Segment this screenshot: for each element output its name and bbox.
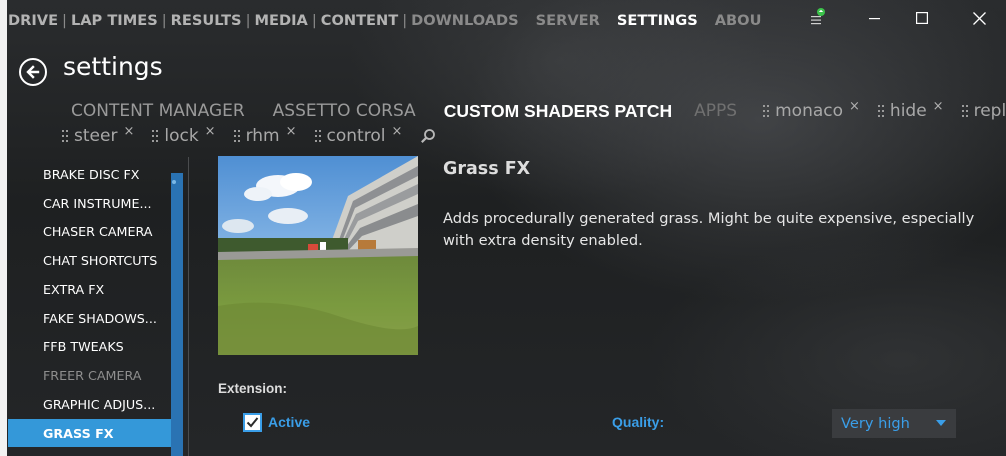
- pinned-tab-label: monaco: [775, 101, 844, 121]
- sidebar-scrollbar-indicator: [172, 180, 176, 184]
- top-nav: DRIVE | LAP TIMES | RESULTS | MEDIA | CO…: [8, 9, 761, 31]
- grip-icon: [233, 130, 240, 142]
- sidebar-divider: [188, 157, 189, 456]
- pinned-tabs-row: steer × lock × rhm × control ×: [62, 124, 436, 148]
- page-title: settings: [63, 52, 163, 81]
- sidebar-item-freer-camera[interactable]: FREER CAMERA: [8, 361, 181, 389]
- grip-icon: [877, 105, 884, 117]
- top-separator: |: [311, 11, 317, 29]
- top-tab-server[interactable]: SERVER: [536, 12, 600, 29]
- sidebar-item-car-instruments[interactable]: CAR INSTRUME...: [8, 189, 181, 217]
- maximize-button[interactable]: [899, 0, 945, 36]
- tab-content-manager[interactable]: CONTENT MANAGER: [71, 101, 245, 121]
- pinned-tab-monaco[interactable]: monaco ×: [763, 99, 860, 121]
- pinned-tab-label: steer: [74, 126, 118, 146]
- top-separator: |: [62, 11, 67, 29]
- top-tab-results[interactable]: RESULTS: [171, 12, 242, 29]
- sidebar-item-extra-fx[interactable]: EXTRA FX: [8, 275, 181, 303]
- hamburger-with-green-badge-icon: [811, 8, 825, 25]
- sidebar-item-chat-shortcuts[interactable]: CHAT SHORTCUTS: [8, 246, 181, 274]
- pinned-tab-hide[interactable]: hide ×: [877, 99, 944, 121]
- quality-label: Quality:: [612, 414, 665, 430]
- pinned-tab-label: control: [326, 126, 386, 146]
- extension-label: Extension:: [218, 381, 288, 396]
- maximize-icon: [916, 12, 928, 24]
- pinned-tab-rhm[interactable]: rhm ×: [233, 124, 297, 146]
- left-edge-strip: [0, 0, 7, 456]
- pinned-tab-lock[interactable]: lock ×: [152, 124, 216, 146]
- menu-button[interactable]: [795, 0, 841, 36]
- tab-custom-shaders-patch[interactable]: CUSTOM SHADERS PATCH: [444, 101, 672, 122]
- top-separator: |: [161, 11, 167, 29]
- top-tab-drive[interactable]: DRIVE: [8, 12, 58, 29]
- pinned-tab-label: replay: [973, 101, 1006, 121]
- sidebar-item-graphic-adjustments[interactable]: GRAPHIC ADJUS...: [8, 390, 181, 418]
- top-tab-settings[interactable]: SETTINGS: [617, 12, 698, 29]
- quality-dropdown[interactable]: Very high: [832, 409, 956, 438]
- pinned-tab-replay[interactable]: replay: [961, 101, 1006, 121]
- pinned-tab-label: lock: [164, 126, 199, 146]
- pinned-tab-label: hide: [889, 101, 927, 121]
- tab-search-button[interactable]: [420, 128, 436, 144]
- back-button[interactable]: [19, 58, 47, 86]
- top-tab-downloads[interactable]: DOWNLOADS: [411, 12, 519, 29]
- pinned-tab-label: rhm: [245, 126, 280, 146]
- sidebar-item-fake-shadows[interactable]: FAKE SHADOWS...: [8, 304, 181, 332]
- tab-assetto-corsa[interactable]: ASSETTO CORSA: [273, 101, 416, 121]
- settings-sidebar: BRAKE DISC FX CAR INSTRUME... CHASER CAM…: [8, 157, 183, 456]
- feature-title: Grass FX: [443, 159, 531, 179]
- close-button[interactable]: [956, 0, 1002, 36]
- close-icon[interactable]: ×: [849, 99, 860, 114]
- top-tab-content[interactable]: CONTENT: [321, 12, 398, 29]
- close-icon: [972, 11, 986, 25]
- checkmark-icon: [246, 417, 259, 428]
- settings-sub-tabs: CONTENT MANAGER ASSETTO CORSA CUSTOM SHA…: [71, 99, 1006, 123]
- grip-icon: [152, 130, 159, 142]
- close-icon[interactable]: ×: [123, 124, 134, 139]
- feature-description: Adds procedurally generated grass. Might…: [443, 210, 975, 249]
- close-icon[interactable]: ×: [286, 124, 297, 139]
- grip-icon: [763, 105, 770, 117]
- grip-icon: [314, 130, 321, 142]
- minimize-icon: [869, 18, 880, 20]
- sidebar-scrollbar[interactable]: [171, 173, 183, 456]
- pinned-tab-control[interactable]: control ×: [314, 124, 402, 146]
- sidebar-item-brake-disc-fx[interactable]: BRAKE DISC FX: [8, 160, 181, 188]
- top-separator: |: [402, 11, 408, 29]
- active-label[interactable]: Active: [268, 414, 310, 430]
- grass-fx-preview-image: [218, 156, 418, 355]
- tab-apps[interactable]: APPS: [694, 101, 737, 121]
- top-separator: |: [245, 11, 251, 29]
- close-icon[interactable]: ×: [391, 124, 402, 139]
- dropdown-arrow-icon: [936, 420, 946, 426]
- top-tab-about[interactable]: ABOU: [715, 12, 762, 29]
- sidebar-item-chaser-camera[interactable]: CHASER CAMERA: [8, 217, 181, 245]
- close-icon[interactable]: ×: [933, 99, 944, 114]
- grip-icon: [961, 105, 968, 117]
- app-window: DRIVE | LAP TIMES | RESULTS | MEDIA | CO…: [0, 0, 1006, 456]
- minimize-button[interactable]: [852, 0, 898, 36]
- top-tab-lap-times[interactable]: LAP TIMES: [71, 12, 158, 29]
- back-arrow-icon: [26, 65, 40, 79]
- top-tab-media[interactable]: MEDIA: [255, 12, 308, 29]
- close-icon[interactable]: ×: [205, 124, 216, 139]
- preview-picture: [218, 156, 418, 355]
- sidebar-item-ffb-tweaks[interactable]: FFB TWEAKS: [8, 332, 181, 360]
- pinned-tab-steer[interactable]: steer ×: [62, 124, 134, 146]
- quality-dropdown-value: Very high: [841, 415, 910, 432]
- search-icon: [421, 129, 436, 143]
- active-checkbox[interactable]: [243, 413, 262, 432]
- grip-icon: [62, 130, 68, 142]
- sidebar-item-grass-fx[interactable]: GRASS FX: [8, 419, 181, 447]
